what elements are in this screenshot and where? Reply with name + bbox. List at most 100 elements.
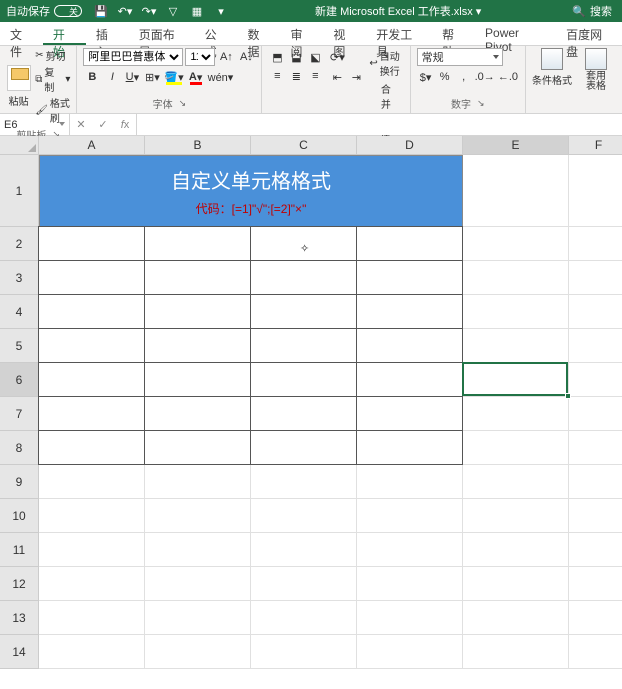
name-box[interactable]: E6 <box>0 114 70 135</box>
search-box[interactable]: 🔍 搜索 <box>562 3 622 19</box>
tab-文件[interactable]: 文件 <box>0 22 43 45</box>
copy-button[interactable]: ⧉复制▾ <box>35 64 70 94</box>
table-cell[interactable] <box>356 396 463 431</box>
select-all-corner[interactable] <box>0 136 39 155</box>
increase-font-icon[interactable]: A↑ <box>217 48 235 66</box>
dialog-launcher-icon[interactable]: ↘ <box>477 98 485 109</box>
fill-handle[interactable] <box>565 393 571 399</box>
align-left-icon[interactable]: ≡ <box>268 67 286 85</box>
formula-input[interactable] <box>137 114 622 135</box>
cell[interactable] <box>569 465 622 499</box>
table-cell[interactable] <box>38 226 145 261</box>
cell[interactable] <box>39 465 145 499</box>
col-header-A[interactable]: A <box>39 136 145 155</box>
table-cell[interactable] <box>144 430 251 465</box>
form-icon[interactable]: ▦ <box>188 2 206 20</box>
cell[interactable] <box>357 635 463 669</box>
cell[interactable] <box>251 533 357 567</box>
tab-开始[interactable]: 开始 <box>43 22 86 45</box>
bold-button[interactable]: B <box>83 68 101 86</box>
tab-帮助[interactable]: 帮助 <box>432 22 475 45</box>
table-cell[interactable] <box>144 396 251 431</box>
row-header-11[interactable]: 11 <box>0 533 39 567</box>
accounting-icon[interactable]: $▾ <box>417 68 435 86</box>
cell[interactable] <box>569 397 622 431</box>
tab-Power Pivot[interactable]: Power Pivot <box>475 22 556 45</box>
cell[interactable] <box>569 227 622 261</box>
cell[interactable] <box>463 567 569 601</box>
row-header-9[interactable]: 9 <box>0 465 39 499</box>
cell[interactable] <box>357 601 463 635</box>
table-cell[interactable] <box>250 260 357 295</box>
row-header-12[interactable]: 12 <box>0 567 39 601</box>
increase-decimal-icon[interactable]: .0→ <box>474 68 496 86</box>
cell[interactable] <box>463 465 569 499</box>
cell[interactable] <box>39 601 145 635</box>
cell[interactable] <box>145 499 251 533</box>
row-header-2[interactable]: 2 <box>0 227 39 261</box>
cell[interactable] <box>569 295 622 329</box>
table-cell[interactable] <box>38 328 145 363</box>
table-cell[interactable] <box>356 328 463 363</box>
cell[interactable] <box>251 635 357 669</box>
cell[interactable] <box>39 499 145 533</box>
cell[interactable] <box>39 635 145 669</box>
table-cell[interactable] <box>38 260 145 295</box>
table-cell[interactable] <box>250 226 357 261</box>
wrap-text-button[interactable]: ↩自动换行 <box>369 48 403 78</box>
font-name-select[interactable]: 阿里巴巴普惠体 <box>83 48 183 66</box>
cell[interactable] <box>251 499 357 533</box>
number-format-select[interactable]: 常规 <box>417 48 503 66</box>
cell[interactable] <box>569 155 622 227</box>
row-header-10[interactable]: 10 <box>0 499 39 533</box>
undo-icon[interactable]: ↶▾ <box>116 2 134 20</box>
underline-button[interactable]: U▾ <box>123 68 141 86</box>
cell[interactable] <box>251 465 357 499</box>
cell[interactable] <box>569 261 622 295</box>
row-header-13[interactable]: 13 <box>0 601 39 635</box>
orientation-icon[interactable]: ⟳▾ <box>328 48 346 66</box>
cell[interactable] <box>463 397 569 431</box>
autosave[interactable]: 自动保存 关 <box>0 3 88 19</box>
redo-icon[interactable]: ↷▾ <box>140 2 158 20</box>
align-center-icon[interactable]: ≣ <box>287 67 305 85</box>
percent-icon[interactable]: % <box>436 68 454 86</box>
autosave-toggle[interactable]: 关 <box>54 5 82 17</box>
cell[interactable] <box>463 431 569 465</box>
dialog-launcher-icon[interactable]: ↘ <box>179 98 187 109</box>
cell[interactable] <box>569 635 622 669</box>
cell[interactable] <box>145 635 251 669</box>
cell[interactable] <box>569 431 622 465</box>
decrease-font-icon[interactable]: A↓ <box>237 48 255 66</box>
cell[interactable] <box>145 601 251 635</box>
table-cell[interactable] <box>144 260 251 295</box>
cell[interactable] <box>569 499 622 533</box>
tab-视图[interactable]: 视图 <box>323 22 366 45</box>
cell[interactable] <box>569 601 622 635</box>
row-header-8[interactable]: 8 <box>0 431 39 465</box>
table-cell[interactable] <box>144 328 251 363</box>
cell[interactable] <box>463 295 569 329</box>
tab-页面布局[interactable]: 页面布局 <box>129 22 195 45</box>
col-header-D[interactable]: D <box>357 136 463 155</box>
cell[interactable] <box>357 567 463 601</box>
cell[interactable] <box>357 533 463 567</box>
cell[interactable] <box>463 155 569 227</box>
cell[interactable] <box>463 329 569 363</box>
cell[interactable] <box>357 465 463 499</box>
row-header-4[interactable]: 4 <box>0 295 39 329</box>
table-cell[interactable] <box>144 362 251 397</box>
cell[interactable] <box>569 567 622 601</box>
table-cell[interactable] <box>356 294 463 329</box>
cell[interactable] <box>39 533 145 567</box>
row-header-7[interactable]: 7 <box>0 397 39 431</box>
table-cell[interactable] <box>250 362 357 397</box>
sheet-area[interactable]: ABCDEF 1234567891011121314 自定义单元格格式代码：[=… <box>0 136 622 689</box>
phonetic-button[interactable]: wén▾ <box>207 68 235 86</box>
cell[interactable] <box>463 533 569 567</box>
tab-开发工具[interactable]: 开发工具 <box>366 22 432 45</box>
qat-more-icon[interactable]: ▾ <box>212 2 230 20</box>
col-header-E[interactable]: E <box>463 136 569 155</box>
cell[interactable] <box>251 601 357 635</box>
cell[interactable] <box>569 329 622 363</box>
